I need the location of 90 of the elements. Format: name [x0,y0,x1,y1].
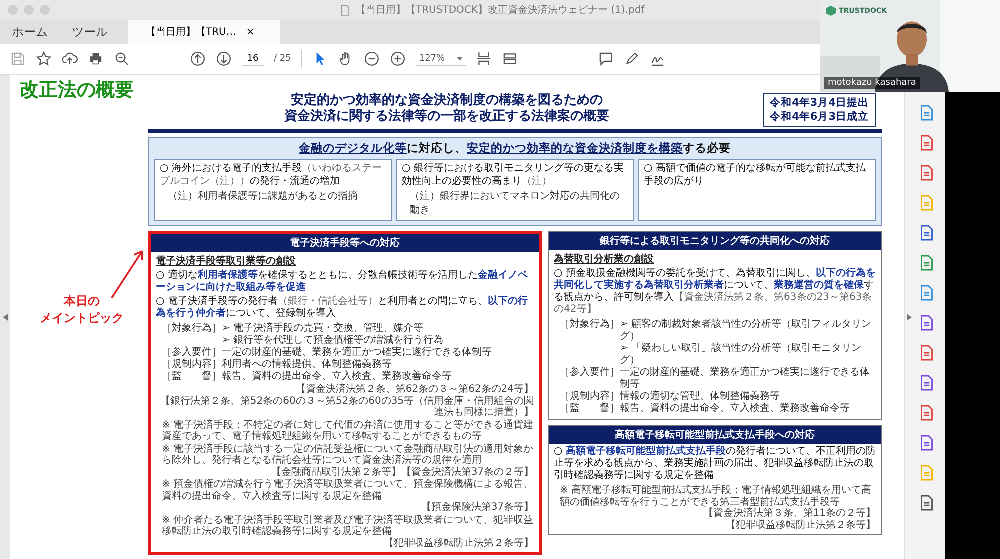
tool-icon[interactable] [920,375,934,391]
fit-page-icon[interactable] [476,51,492,67]
bullet-text: ○ 預金取扱金融機関等の委託を受けて、為替取引に関し、以下の行為を共同化して実施する為替取引分析業者について、業務運営の質を確保する観点から、許可制を導入【資金決済法第２条、第63条の23～第63条の42等】 [554,268,876,316]
print-icon[interactable] [88,51,104,67]
nav-tab[interactable]: ホーム [0,20,60,44]
tool-icon[interactable] [920,105,934,121]
collapse-right-icon[interactable] [907,314,912,320]
search-icon[interactable] [114,51,130,67]
row-label: ［監 督］ [560,403,620,415]
reference-text: 【預金保険法第37条等】 [420,502,534,514]
logo-icon [826,6,836,16]
row-label: ［参入要件］ [162,347,222,358]
previous-page-icon[interactable] [190,51,206,67]
reference-text: 【金融商品取引法第２条等】【資金決済法第37条の２等】 [270,466,534,478]
bullet-text: ○ 電子決済手段等の発行者（銀行・信託会社等）と利用者との間に立ち、以下の行為を行う仲介者について、登録制を導入 [156,296,529,320]
section-subtitle: 電子決済手段等取引業等の創設 [156,254,297,268]
row-text: 一定の財産的基礎、業務を適正かつ確実に遂行できる体制等 [222,347,492,358]
note-text: ※ 電子決済手段；不特定の者に対して代価の弁済に使用すること等ができる通貨建資産であって、電子情報処理組織を用いて移転することができるもの等 [162,420,534,442]
section-subtitle: 為替取引分析業の創設 [554,252,656,266]
date-text: 令和4年6月3日成立 [770,110,869,124]
row-text: 報告、資料の提出命令、立入検査、業務改善命令等 [620,403,850,415]
section-header: 高額電子移転可能型前払式支払手段への対応 [549,426,881,444]
star-icon[interactable] [36,51,52,67]
note-text: ※ 高額電子移転可能型前払式支払手段；電子情報処理組織を用いて高額の価値移転等を行うことができる第三者型前払式支払手段等 [560,485,873,508]
needs-heading: 金融のデジタル化等に対応し、安定的かつ効率的な資金決済制度を構築する必要 [298,141,732,156]
section-header: 電子決済手段等への対応 [151,234,540,252]
card-note: （注）利用者保護等に課題があるとの指摘 [168,190,359,203]
slide-title: 資金決済に関する法律等の一部を改正する法律案の概要 [284,108,610,124]
row-text: 報告、資料の提出命令、立入検査、業務改善命令等 [222,371,452,383]
section-header: 銀行等による取引モニタリング等の共同化への対応 [549,232,881,250]
row-text: ➢ 顧客の制裁対象者該当性の分析等（取引フィルタリング） [620,319,873,342]
reference-text: 【資金決済法第３条、第11条の２等】 [703,508,876,520]
tool-icon[interactable] [920,135,934,151]
next-page-icon[interactable] [216,51,232,67]
tool-icon[interactable] [920,225,934,241]
row-text: 情報の適切な管理、体制整備義務等 [620,391,780,402]
document-tab[interactable]: 【当日用】【TRU… × [128,20,280,44]
note-text: ※ 預金債権の増減を行う電子決済等取扱業者について、預金保険機構による報告、資料の提出命令、立入検査等に関する規定を整備 [162,479,534,502]
tool-icon[interactable] [920,285,934,301]
tool-icon[interactable] [920,165,934,181]
date-text: 令和4年3月4日提出 [770,96,869,110]
reference-text: 【資金決済法第２条、第62条の３～第62条の24等】 [294,384,534,396]
card-text: ○ 高額で価値の電子的な移転が可能な前払式支払手段の広がり [644,163,867,188]
document-icon [341,4,350,16]
reference-text: 【犯罪収益移転防止法第２条等】 [725,520,876,531]
row-text: 一定の財産的基礎、業務を適正かつ確実に遂行できる体制等 [620,367,872,390]
tool-icon[interactable] [920,405,934,421]
card-text: ○ 銀行等における取引モニタリング等の更なる実効性向上の必要性の高まり（注） [402,163,625,188]
participant-name: motokazu kasahara [824,77,920,89]
slide-title: 安定的かつ効率的な資金決済制度の構築を図るための [291,93,603,108]
card-note: （注）銀行界においてマネロン対応の共同化の動き [410,190,621,217]
reference-text: 【銀行法第２条、第52条の60の３～第52条の60の35等（信用金庫・信用組合の関連法も同様に措置）】 [159,396,534,418]
comment-icon[interactable] [598,51,614,67]
tool-icon[interactable] [920,255,934,271]
zoom-in-icon[interactable] [390,51,406,67]
row-label: ［参入要件］ [560,367,620,378]
row-text: ➢ 電子決済手段の売買・交換、管理、媒介等 [222,323,425,334]
caret-icon [457,56,464,60]
slide-heading: 改正法の概要 [20,78,134,103]
collapse-left-icon[interactable] [2,314,8,320]
upload-icon[interactable] [62,51,78,67]
annotation-text: 本日の [64,293,100,310]
window-title: 【当日用】【TRUSTDOCK】改正資金決済法ウェビナー (1).pdf [356,4,645,17]
row-label: ［対象行為］ [560,319,620,332]
tool-icon[interactable] [920,345,934,361]
note-text: ※ 仲介者たる電子決済手段等取引業者及び電子決済等取扱業者について、犯罪収益移転防止法の取引時確認義務等に関する規定を整備 [162,514,534,538]
tool-icon[interactable] [920,435,934,451]
bullet-text: ○ 高額電子移転可能型前払式支払手段の発行者について、不正利用の防止等を求める観点から、業務実施計画の届出、犯罪収益移転防止法の取引時確認義務等に関する規定を整備 [554,446,876,482]
row-text: ➢ 「疑わしい取引」該当性の分析等（取引モニタリング） [620,343,863,366]
close-icon[interactable]: × [246,26,255,38]
page-number-field[interactable]: 16 [242,52,264,66]
bullet-text: ○ 適切な利用者保護等を確保するとともに、分散台帳技術等を活用した金融イノベーションに向けた取組み等を促進 [156,270,529,294]
zoom-dropdown[interactable]: 127% [416,52,466,66]
pen-icon[interactable] [624,51,640,67]
zoom-out-icon[interactable] [364,51,380,67]
row-text: ➢ 銀行等を代理して預金債権等の増減を行う行為 [222,335,444,346]
tool-icon[interactable] [920,495,934,511]
tool-icon[interactable] [920,315,934,331]
row-label: ［規制内容］ [162,359,222,370]
row-text: 利用者への情報提供、体制整備義務等 [222,359,392,370]
card-text: ○ 海外における電子的支払手段（いわゆるステーブルコイン（注））の発行・流通の増加 [160,163,383,188]
annotation-text: メイントピック [40,310,124,327]
row-label: ［対象行為］ [162,323,222,336]
note-text: ※ 電子決済手段に該当する一定の信託受益権について金融商品取引法の適用対象から除外し、発行者となる信託会社等について資金決済法等の規律を適用 [162,444,534,466]
page-total: / 25 [274,54,292,64]
scroll-mode-icon[interactable] [502,51,518,67]
reference-text: 【犯罪収益移転防止法第２条等】 [383,538,534,549]
nav-tab[interactable]: ツール [60,20,120,44]
row-label: ［監 督］ [162,371,222,383]
row-label: ［規制内容］ [560,391,620,402]
